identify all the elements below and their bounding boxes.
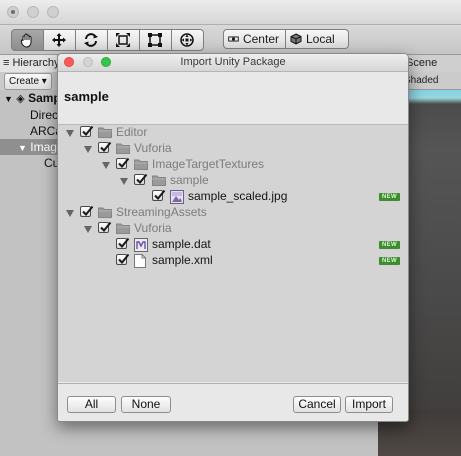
pivot-rotation-toggle[interactable]: Local: [286, 29, 349, 49]
tree-checkbox[interactable]: [98, 221, 112, 233]
expand-arrow-icon[interactable]: [120, 178, 128, 185]
folder-icon: [98, 126, 112, 141]
dialog-zoom-button[interactable]: [101, 57, 111, 67]
package-name: sample: [64, 89, 109, 104]
tree-row[interactable]: ImageTargetTextures: [58, 157, 408, 173]
folder-icon: [152, 174, 166, 189]
expand-arrow-icon[interactable]: [102, 162, 110, 169]
tree-checkbox[interactable]: [134, 173, 148, 185]
cancel-button[interactable]: Cancel: [293, 396, 341, 413]
window-zoom-button[interactable]: [47, 6, 59, 18]
rotate-tool-button[interactable]: [76, 29, 108, 51]
create-label: Create: [9, 76, 40, 87]
package-file-tree: Editor Vuforia ImageTargetTextures sample sa…: [58, 125, 408, 382]
tree-checkbox[interactable]: [152, 189, 166, 201]
tree-row[interactable]: sample.dat NEW: [58, 237, 408, 253]
tree-item-label: sample.xml: [152, 253, 213, 267]
hierarchy-tab-label: Hierarchy: [12, 57, 58, 69]
pivot-center-icon: [228, 36, 239, 42]
unity-scene-icon: ◈: [16, 93, 25, 105]
shading-mode-dropdown[interactable]: Shaded: [400, 72, 461, 90]
pivot-mode-label: Center: [242, 32, 279, 46]
tree-row[interactable]: sample_scaled.jpg NEW: [58, 189, 408, 205]
dialog-footer: All None Cancel Import: [58, 383, 408, 421]
window-close-button[interactable]: [7, 6, 19, 18]
hierarchy-item-label: ImageTarget: [30, 140, 58, 154]
expand-arrow-icon[interactable]: [66, 210, 74, 217]
tree-checkbox[interactable]: [116, 253, 130, 265]
hierarchy-toolbar: Create ▾: [0, 72, 58, 91]
folder-icon: [134, 158, 148, 173]
hierarchy-item-selected[interactable]: ▼ ImageTarget: [0, 139, 58, 155]
expand-arrow-icon: ▼: [18, 143, 27, 153]
scene-tab-label: Scene: [406, 57, 438, 69]
rect-tool-icon: [148, 33, 162, 47]
tree-item-label: Editor: [116, 125, 148, 139]
transform-icon: [180, 33, 194, 47]
tree-row[interactable]: Vuforia: [58, 221, 408, 237]
scale-icon: [116, 33, 130, 47]
tree-item-label: StreamingAssets: [116, 205, 207, 219]
tree-row[interactable]: StreamingAssets: [58, 205, 408, 221]
tree-row[interactable]: sample.xml NEW: [58, 253, 408, 269]
main-toolbar: Center Local: [0, 25, 461, 55]
expand-arrow-icon: ▼: [4, 94, 13, 104]
tree-checkbox[interactable]: [80, 125, 94, 137]
dialog-close-button[interactable]: [64, 57, 74, 67]
tree-checkbox[interactable]: [98, 141, 112, 153]
folder-icon: [98, 206, 112, 221]
window-minimize-button[interactable]: [27, 6, 39, 18]
list-icon: ≡: [3, 57, 10, 69]
rect-tool-button[interactable]: [140, 29, 172, 51]
tree-item-label: sample: [170, 173, 209, 187]
shading-mode-label: Shaded: [404, 75, 439, 86]
move-icon: [52, 33, 66, 47]
file-icon: [134, 254, 146, 271]
create-dropdown[interactable]: Create ▾: [4, 73, 52, 90]
scene-tab[interactable]: Scene: [400, 55, 461, 72]
dialog-titlebar: Import Unity Package: [58, 54, 408, 72]
new-badge: NEW: [379, 241, 400, 249]
hierarchy-tab[interactable]: ≡ Hierarchy: [0, 55, 58, 72]
move-tool-button[interactable]: [44, 29, 76, 51]
dialog-header: sample: [58, 72, 408, 125]
hierarchy-panel: ▼ ◈ Sample Directional Light ARCamera ▼ …: [0, 90, 116, 456]
tree-item-label: ImageTargetTextures: [152, 157, 265, 171]
rotate-icon: [84, 33, 98, 47]
tree-checkbox[interactable]: [116, 157, 130, 169]
tree-checkbox[interactable]: [80, 205, 94, 217]
dialog-minimize-button[interactable]: [83, 57, 93, 67]
new-badge: NEW: [379, 257, 400, 265]
folder-icon: [116, 142, 130, 157]
tree-row[interactable]: Vuforia: [58, 141, 408, 157]
tree-item-label: Vuforia: [134, 141, 172, 155]
cube-icon: [290, 33, 302, 45]
new-badge: NEW: [379, 193, 400, 201]
tree-row[interactable]: sample: [58, 173, 408, 189]
tree-item-label: sample.dat: [152, 237, 211, 251]
dialog-title: Import Unity Package: [180, 56, 286, 68]
pivot-mode-toggle[interactable]: Center: [223, 29, 286, 49]
scale-tool-button[interactable]: [108, 29, 140, 51]
transform-tool-button[interactable]: [172, 29, 204, 51]
hand-tool-button[interactable]: [11, 29, 44, 51]
tree-item-label: sample_scaled.jpg: [188, 189, 288, 203]
select-all-button[interactable]: All: [67, 396, 116, 413]
main-titlebar: [0, 0, 461, 25]
expand-arrow-icon[interactable]: [84, 226, 92, 233]
hand-icon: [20, 33, 32, 48]
select-none-button[interactable]: None: [121, 396, 171, 413]
tree-row[interactable]: Editor: [58, 125, 408, 141]
import-button[interactable]: Import: [345, 396, 393, 413]
pivot-rotation-label: Local: [306, 32, 335, 46]
folder-icon: [116, 222, 130, 237]
transform-tools: [11, 29, 204, 51]
expand-arrow-icon[interactable]: [66, 130, 74, 137]
tree-checkbox[interactable]: [116, 237, 130, 249]
expand-arrow-icon[interactable]: [84, 146, 92, 153]
import-package-dialog: Import Unity Package sample Editor Vufori…: [57, 53, 409, 422]
tree-item-label: Vuforia: [134, 221, 172, 235]
